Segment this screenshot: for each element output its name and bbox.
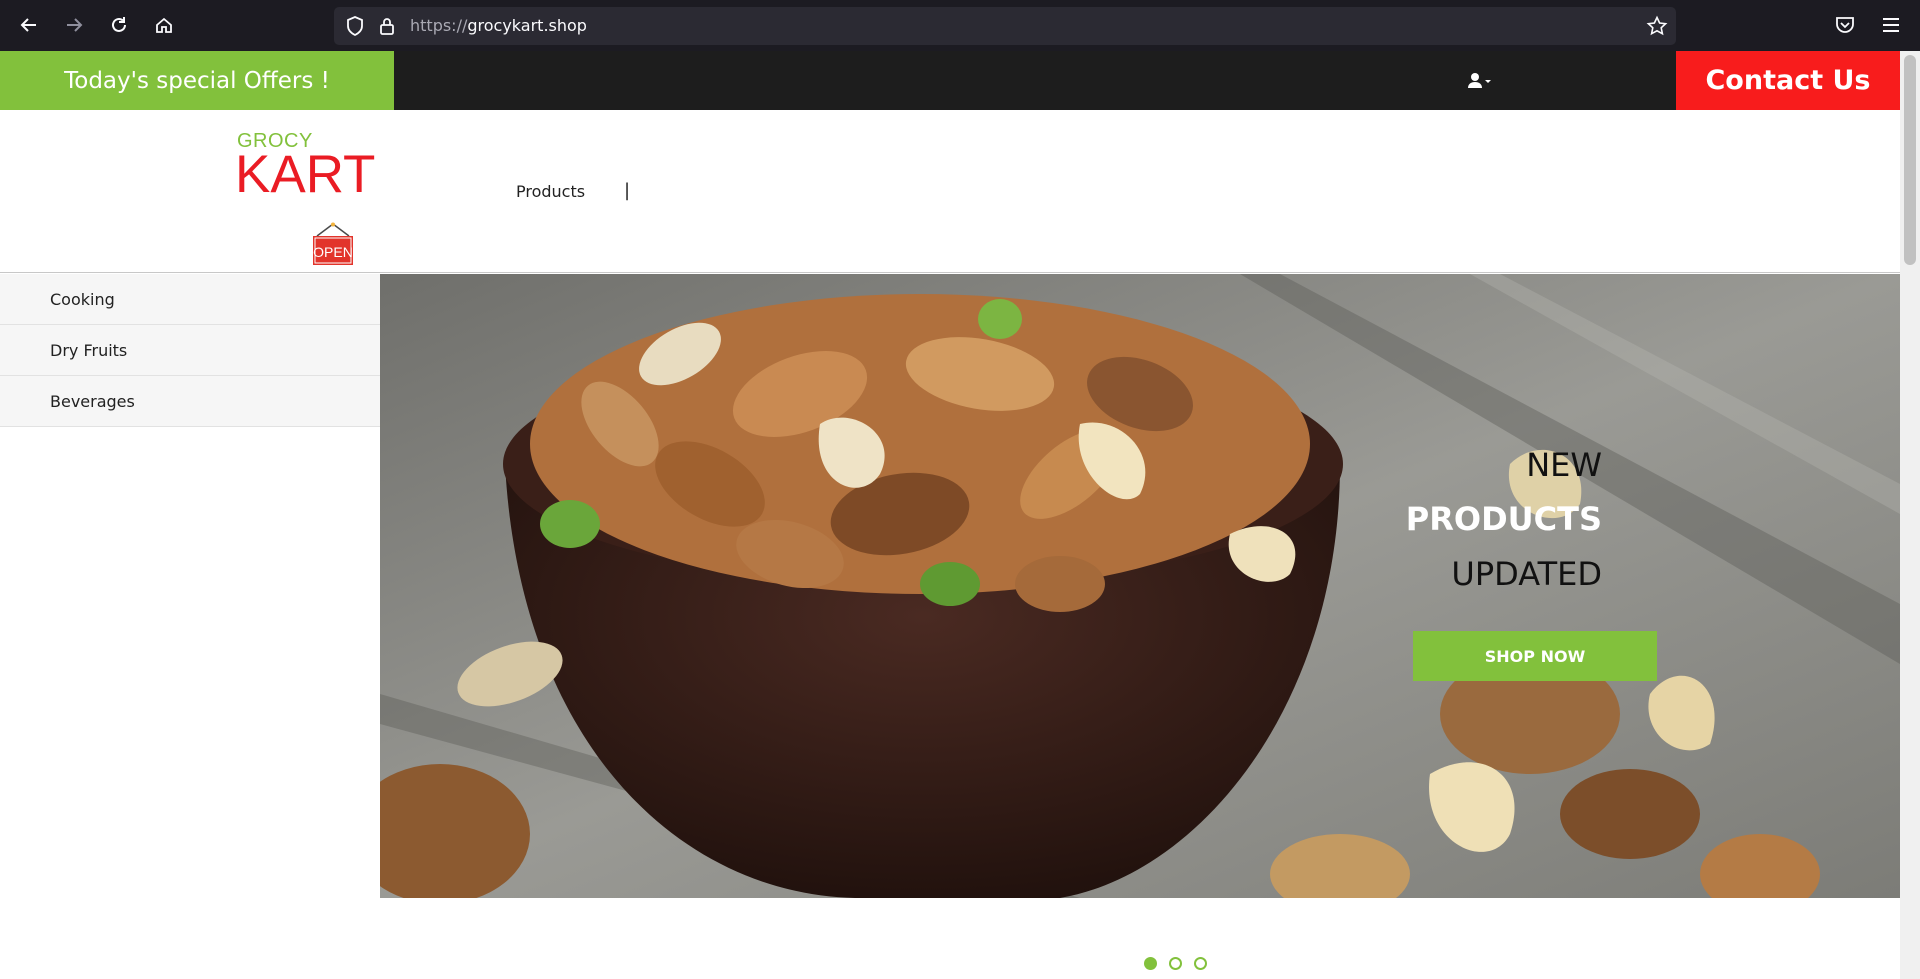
special-offers-link[interactable]: Today's special Offers ! bbox=[0, 51, 394, 110]
home-icon[interactable] bbox=[151, 12, 177, 38]
contact-us-button[interactable]: Contact Us bbox=[1676, 51, 1900, 110]
hero-headline-new: NEW bbox=[1526, 446, 1602, 484]
logo-kart-text: KART bbox=[235, 145, 376, 204]
carousel-dot-3[interactable] bbox=[1194, 957, 1207, 970]
sidebar-item-dry-fruits[interactable]: Dry Fruits bbox=[0, 325, 380, 376]
url-protocol: https:// bbox=[410, 16, 468, 35]
carousel-dot-2[interactable] bbox=[1169, 957, 1182, 970]
browser-toolbar: https://grocykart.shop bbox=[0, 0, 1920, 51]
forward-icon[interactable] bbox=[61, 12, 87, 38]
back-icon[interactable] bbox=[16, 12, 42, 38]
nav-separator: | bbox=[624, 180, 631, 201]
url-text: https://grocykart.shop bbox=[410, 16, 587, 35]
scrollbar-thumb[interactable] bbox=[1904, 55, 1916, 265]
nuts-bowl-image bbox=[380, 274, 1900, 898]
open-sign-icon: OPEN bbox=[313, 222, 353, 265]
reload-icon[interactable] bbox=[106, 12, 132, 38]
site-top-strip: Today's special Offers ! Contact Us bbox=[0, 51, 1900, 110]
sidebar-item-beverages[interactable]: Beverages bbox=[0, 376, 380, 427]
hero-banner: NEW PRODUCTS UPDATED SHOP NOW bbox=[380, 274, 1900, 898]
shield-icon[interactable] bbox=[344, 15, 366, 37]
hamburger-menu-icon[interactable] bbox=[1879, 13, 1903, 37]
url-domain: grocykart.shop bbox=[467, 16, 587, 35]
hero-headline-products: PRODUCTS bbox=[1405, 500, 1602, 538]
user-account-menu[interactable] bbox=[1466, 69, 1496, 93]
pocket-icon[interactable] bbox=[1833, 13, 1857, 37]
carousel-indicators bbox=[1144, 957, 1207, 970]
site-header: GROCY KART OPEN Products | bbox=[0, 110, 1900, 273]
category-sidebar: Cooking Dry Fruits Beverages bbox=[0, 274, 380, 427]
nav-products-link[interactable]: Products bbox=[516, 182, 585, 201]
page-scrollbar[interactable] bbox=[1900, 51, 1920, 979]
shop-now-button[interactable]: SHOP NOW bbox=[1413, 631, 1657, 681]
open-sign-text: OPEN bbox=[313, 244, 353, 260]
bookmark-star-icon[interactable] bbox=[1646, 15, 1668, 37]
carousel-dot-1[interactable] bbox=[1144, 957, 1157, 970]
hero-headline-updated: UPDATED bbox=[1451, 555, 1602, 593]
lock-icon[interactable] bbox=[376, 15, 398, 37]
address-bar[interactable]: https://grocykart.shop bbox=[334, 7, 1676, 45]
grocykart-logo[interactable]: GROCY KART OPEN bbox=[235, 130, 397, 265]
user-icon bbox=[1468, 73, 1491, 88]
sidebar-item-cooking[interactable]: Cooking bbox=[0, 274, 380, 325]
